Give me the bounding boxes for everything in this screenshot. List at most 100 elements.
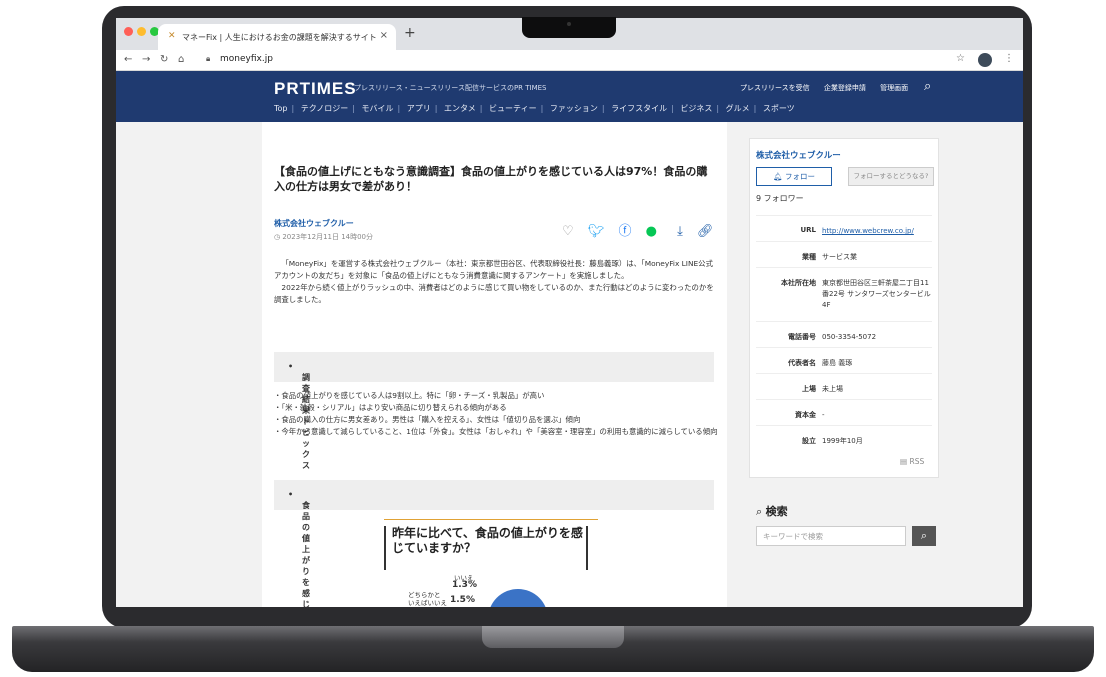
reload-icon[interactable]: ↻ — [160, 54, 168, 65]
article-company-link[interactable]: 株式会社ウェブクルー — [274, 218, 354, 229]
sidebar-company-link[interactable]: 株式会社ウェブクルー — [756, 149, 841, 161]
topic-bullet: ・食品の値上がりを感じている人は9割以上。特に「卵・チーズ・乳製品」が高い — [274, 391, 545, 400]
info-label: 代表者名 — [788, 359, 816, 367]
tab-close-icon[interactable]: × — [380, 30, 388, 41]
topic-bullet: ・食品の購入の仕方に男女差あり。男性は「購入を控える」、女性は「値切り品を選ぶ」… — [274, 415, 581, 424]
profile-avatar[interactable] — [978, 53, 992, 67]
info-row-industry: 業種 サービス業 — [756, 241, 932, 268]
browser-menu-icon[interactable]: ⋮ — [1004, 53, 1014, 64]
sidebar-search-title: ⌕ 検索 — [756, 503, 788, 519]
back-icon[interactable]: ← — [124, 54, 132, 65]
chart-top-rule — [384, 519, 598, 520]
rss-label: RSS — [909, 457, 925, 466]
follow-button[interactable]: 🔔︎ フォロー — [756, 167, 832, 186]
info-row-capital: 資本金 - — [756, 399, 932, 426]
rss-link[interactable]: ▤ RSS — [900, 457, 924, 466]
line-icon[interactable]: ● — [646, 224, 657, 239]
search-title-text: 検索 — [765, 505, 788, 518]
like-heart-icon[interactable]: ♡ — [562, 224, 574, 239]
info-value: 1999年10月 — [822, 437, 863, 445]
info-row-listing: 上場 未上場 — [756, 373, 932, 400]
follow-button-label: フォロー — [784, 172, 815, 181]
home-icon[interactable]: ⌂ — [178, 54, 184, 65]
nav-item-technology[interactable]: テクノロジー — [301, 104, 349, 113]
twitter-icon[interactable]: 🐦︎ — [588, 224, 605, 239]
forward-icon[interactable]: → — [142, 54, 150, 65]
url-field[interactable]: moneyfix.jp — [220, 54, 273, 64]
section-heading-price-rise: • 食品の値上がりを感じている人は9割以上 — [274, 480, 714, 607]
header-link-admin[interactable]: 管理画面 — [880, 84, 908, 92]
favicon-icon: ✕ — [168, 31, 176, 41]
info-row-representative: 代表者名 藤島 義琢 — [756, 347, 932, 374]
info-value: 未上場 — [822, 385, 843, 393]
site-logo[interactable]: PRTIMES — [274, 79, 357, 99]
nav-item-gourmet[interactable]: グルメ — [726, 104, 750, 113]
nav-item-sports[interactable]: スポーツ — [763, 104, 795, 113]
info-label: URL — [800, 226, 816, 234]
info-label: 電話番号 — [788, 333, 816, 341]
section-2-label: 食品の値上がりを感じている人は9割以上 — [302, 501, 310, 607]
info-label: 資本金 — [795, 411, 816, 419]
info-label: 本社所在地 — [781, 279, 816, 287]
info-value-url[interactable]: http://www.webcrew.co.jp/ — [822, 226, 934, 237]
chart-value-no: 1.3% — [452, 580, 477, 590]
facebook-icon[interactable]: ⓕ — [618, 224, 631, 239]
site-tagline: プレスリリース・ニュースリリース配信サービスのPR TIMES — [354, 84, 547, 92]
follow-help-button[interactable]: フォローするとどうなる? — [848, 167, 934, 186]
nav-item-mobile[interactable]: モバイル — [362, 104, 394, 113]
search-submit-button[interactable]: ⌕ — [912, 526, 936, 546]
address-bar: ← → ↻ ⌂ 🔒︎ moneyfix.jp ☆ ⋮ — [116, 50, 1023, 71]
new-tab-button[interactable]: + — [404, 25, 416, 41]
article-date: ◷ 2023年12月11日 14時00分 — [274, 232, 373, 242]
article-date-text: 2023年12月11日 14時00分 — [282, 233, 374, 241]
share-bar: ♡ 🐦︎ ⓕ ● ⤓ 🔗︎ — [562, 220, 724, 239]
tab-title: マネーFix | 人生におけるお金の課題を解決するサイト — [182, 33, 377, 42]
download-icon[interactable]: ⤓ — [677, 224, 683, 239]
info-value: サービス業 — [822, 253, 857, 261]
nav-item-business[interactable]: ビジネス — [680, 104, 712, 113]
info-row-address: 本社所在地 東京都世田谷区三軒茶屋二丁目11番22号 サンタワーズセンタービル4… — [756, 267, 932, 322]
article: 【食品の値上げにともなう意識調査】食品の値上がりを感じている人は97%！食品の購… — [262, 122, 727, 607]
nav-item-beauty[interactable]: ビューティー — [489, 104, 537, 113]
info-label: 設立 — [802, 437, 816, 445]
info-value: 藤島 義琢 — [822, 359, 853, 367]
header-links: プレスリリースを受信 企業登録申請 管理画面 — [740, 83, 920, 93]
link-icon[interactable]: 🔗︎ — [697, 224, 714, 239]
info-row-founded: 設立 1999年10月 — [756, 425, 932, 452]
info-value: - — [822, 411, 825, 419]
info-value: 050-3354-5072 — [822, 333, 877, 341]
minimize-window-icon[interactable] — [137, 27, 146, 36]
topic-bullet: ・「米・雑穀・シリアル」はより安い商品に切り替えられる傾向がある — [274, 403, 507, 412]
search-input[interactable]: キーワードで検索 — [756, 526, 906, 546]
nav-item-lifestyle[interactable]: ライフスタイル — [611, 104, 667, 113]
info-label: 上場 — [802, 385, 816, 393]
chart-label-rather-no: どちらかと いえばいいえ — [408, 591, 447, 607]
header-search-icon[interactable]: ⌕ — [924, 79, 931, 94]
section-heading-topics-text: • 調査結果トピックス — [288, 362, 310, 470]
camera-icon — [567, 22, 571, 26]
laptop-base-groove — [482, 626, 624, 648]
nav-item-app[interactable]: アプリ — [407, 104, 431, 113]
lock-icon: 🔒︎ — [206, 54, 211, 63]
browser-tab[interactable]: ✕ マネーFix | 人生におけるお金の課題を解決するサイト × — [158, 24, 396, 50]
page-content: 【食品の値上げにともなう意識調査】食品の値上がりを感じている人は97%！食品の購… — [116, 122, 1023, 607]
info-row-phone: 電話番号 050-3354-5072 — [756, 321, 932, 348]
info-value: 東京都世田谷区三軒茶屋二丁目11番22号 サンタワーズセンタービル4F — [822, 279, 931, 309]
bookmark-star-icon[interactable]: ☆ — [956, 53, 965, 64]
company-sidebar: 株式会社ウェブクルー 🔔︎ フォロー フォローするとどうなる? 9 フォロワー … — [749, 138, 939, 478]
browser-window: ✕ マネーFix | 人生におけるお金の課題を解決するサイト × + ← → ↻… — [116, 18, 1023, 607]
close-window-icon[interactable] — [124, 27, 133, 36]
intro-paragraph-1: 「MoneyFix」を運営する株式会社ウェブクルー（本社：東京都世田谷区、代表取… — [274, 259, 713, 280]
nav-item-top[interactable]: Top — [274, 104, 288, 113]
nav-item-entertainment[interactable]: エンタメ — [444, 104, 476, 113]
follower-count: 9 フォロワー — [756, 194, 804, 203]
header-link-register[interactable]: 企業登録申請 — [824, 84, 866, 92]
chart-value-rather-no: 1.5% — [450, 595, 475, 605]
topic-bullets: ・食品の値上がりを感じている人は9割以上。特に「卵・チーズ・乳製品」が高い ・「… — [274, 390, 718, 438]
header-link-subscribe[interactable]: プレスリリースを受信 — [740, 84, 810, 92]
intro-paragraph-2: 2022年から続く値上がりラッシュの中、消費者はどのように感じて買い物をしている… — [274, 283, 714, 304]
search-icon: ⌕ — [920, 529, 928, 542]
follow-icon: 🔔︎ — [773, 172, 785, 181]
nav-item-fashion[interactable]: ファッション — [550, 104, 598, 113]
section-heading-price-rise-text: • 食品の値上がりを感じている人は9割以上 — [288, 490, 310, 607]
